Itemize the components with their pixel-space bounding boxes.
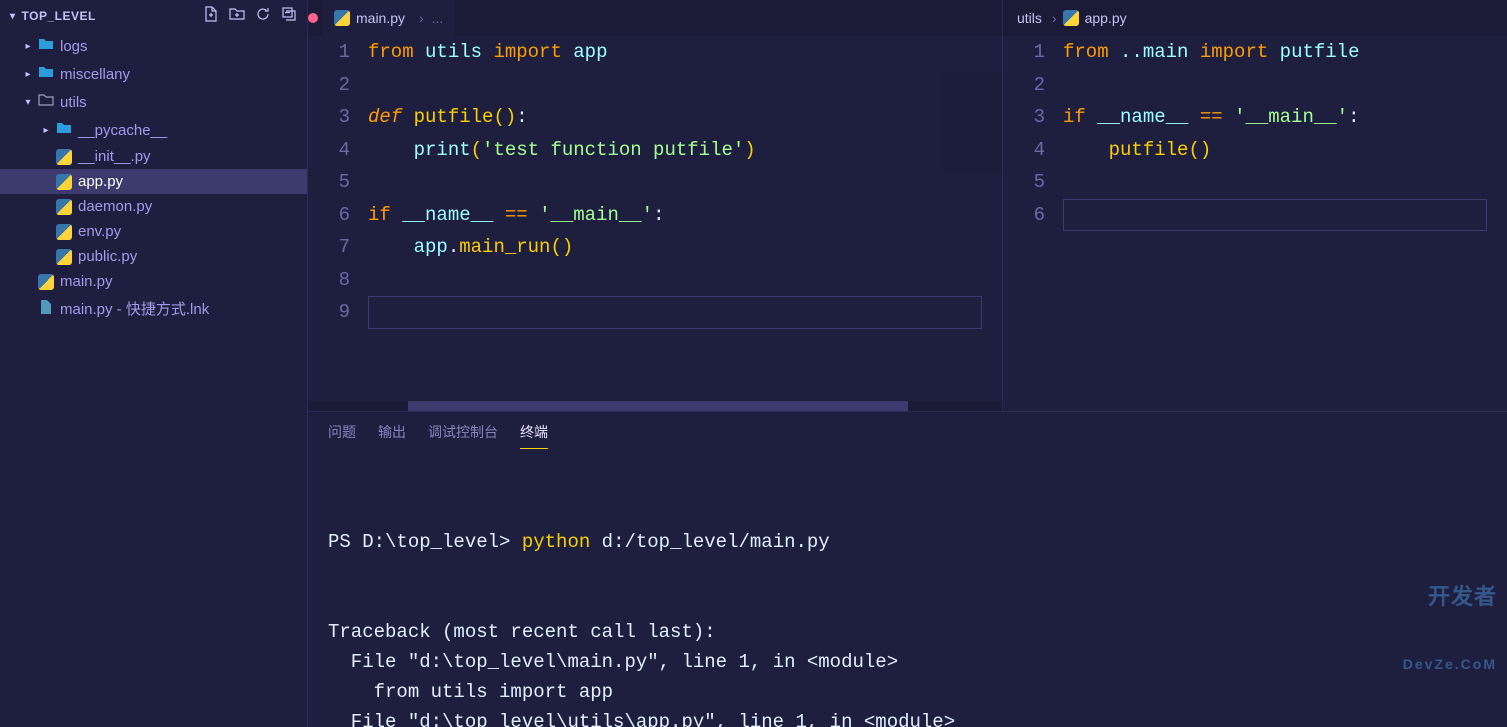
collapse-all-icon[interactable] — [281, 6, 297, 26]
chevron-right-icon: ▸ — [20, 41, 36, 52]
code-area-right[interactable]: 123456 from ..main import putfileif __na… — [1003, 36, 1507, 411]
chevron-right-icon: ▸ — [38, 125, 54, 136]
tree-item-daemon-py[interactable]: ▸daemon.py — [0, 194, 307, 219]
python-icon — [54, 198, 74, 215]
new-folder-icon[interactable] — [229, 6, 245, 26]
code-lines[interactable]: from utils import appdef putfile(): prin… — [368, 36, 1002, 401]
tree-item-env-py[interactable]: ▸env.py — [0, 219, 307, 244]
scrollbar-thumb[interactable] — [408, 401, 908, 411]
tab-label: main.py — [356, 10, 405, 26]
terminal-command: python — [522, 531, 590, 553]
terminal-command-args: d:/top_level/main.py — [590, 531, 829, 553]
panel-tabs: 问题输出调试控制台终端 — [308, 412, 1507, 449]
refresh-icon[interactable] — [255, 6, 271, 26]
tree-item-label: public.py — [78, 248, 137, 265]
dirty-indicator-icon — [308, 13, 318, 23]
tree-item-label: miscellany — [60, 66, 130, 83]
bottom-panel: 问题输出调试控制台终端 PS D:\top_level> python d:/t… — [308, 411, 1507, 727]
tree-item-label: app.py — [78, 173, 123, 190]
tree-item-label: daemon.py — [78, 198, 152, 215]
tree-item-label: __init__.py — [78, 148, 151, 165]
tree-item-label: utils — [60, 94, 87, 111]
tab-bar-right: utils › app.py — [1003, 0, 1507, 36]
tree-item-label: __pycache__ — [78, 122, 167, 139]
tree-item-__init__-py[interactable]: ▸__init__.py — [0, 144, 307, 169]
editor-pane-left: main.py › ... 123456789 from utils impor… — [308, 0, 1003, 411]
horizontal-scrollbar[interactable] — [308, 401, 1002, 411]
explorer-header[interactable]: ▾ TOP_LEVEL — [0, 0, 307, 32]
panel-tab-problems[interactable]: 问题 — [328, 422, 356, 449]
tree-item-public-py[interactable]: ▸public.py — [0, 244, 307, 269]
panel-tab-output[interactable]: 输出 — [378, 422, 406, 449]
python-icon — [54, 173, 74, 190]
tree-item-main-py-lnk[interactable]: ▸main.py - 快捷方式.lnk — [0, 294, 307, 323]
folder-open-icon — [36, 92, 56, 112]
python-icon — [54, 223, 74, 240]
python-icon — [54, 248, 74, 265]
python-icon — [334, 10, 350, 26]
tree-item-utils[interactable]: ▾ utils — [0, 88, 307, 116]
main-area: main.py › ... 123456789 from utils impor… — [308, 0, 1507, 727]
tree-item-label: main.py - 快捷方式.lnk — [60, 298, 209, 319]
chevron-down-icon: ▾ — [10, 11, 16, 22]
file-tree: ▸ logs ▸ miscellany ▾ utils ▸ __pycache__ ▸__ini… — [0, 32, 307, 323]
file-link-icon — [36, 299, 56, 319]
terminal-output: Traceback (most recent call last): File … — [328, 617, 1487, 727]
explorer-sidebar: ▾ TOP_LEVEL ▸ logs ▸ miscellany ▾ utils ▸ __pyc… — [0, 0, 308, 727]
tree-item-app-py[interactable]: ▸app.py — [0, 169, 307, 194]
gutter: 123456 — [1003, 36, 1063, 411]
code-area-left[interactable]: 123456789 from utils import appdef putfi… — [308, 36, 1002, 401]
chevron-down-icon: ▾ — [20, 97, 36, 108]
folder-icon — [36, 64, 56, 84]
explorer-actions — [203, 6, 297, 26]
chevron-right-icon: › — [419, 10, 424, 26]
python-icon — [1063, 10, 1079, 26]
panel-tab-debug-console[interactable]: 调试控制台 — [428, 422, 498, 449]
tab-bar-left: main.py › ... — [308, 0, 1002, 36]
editor-pane-right: utils › app.py 123456 from ..main import… — [1003, 0, 1507, 411]
folder-icon — [54, 120, 74, 140]
tab-main-py[interactable]: main.py › ... — [322, 0, 455, 36]
tree-item-main-py[interactable]: ▸main.py — [0, 269, 307, 294]
folder-icon — [36, 36, 56, 56]
minimap[interactable] — [942, 72, 1002, 172]
new-file-icon[interactable] — [203, 6, 219, 26]
tree-item-label: logs — [60, 38, 88, 55]
project-title: TOP_LEVEL — [22, 9, 96, 23]
breadcrumb-part[interactable]: app.py — [1085, 10, 1127, 26]
python-icon — [54, 148, 74, 165]
chevron-right-icon: › — [1048, 10, 1057, 26]
editors-split: main.py › ... 123456789 from utils impor… — [308, 0, 1507, 411]
terminal-prompt: PS D:\top_level> — [328, 531, 522, 553]
terminal[interactable]: PS D:\top_level> python d:/top_level/mai… — [308, 449, 1507, 727]
tree-item-logs[interactable]: ▸ logs — [0, 32, 307, 60]
tree-item-miscellany[interactable]: ▸ miscellany — [0, 60, 307, 88]
python-icon — [36, 273, 56, 290]
gutter: 123456789 — [308, 36, 368, 401]
breadcrumb-right[interactable]: utils › app.py — [1003, 0, 1139, 36]
breadcrumb-part[interactable]: utils — [1017, 10, 1042, 26]
breadcrumb[interactable]: › ... — [411, 10, 443, 26]
tree-item-label: main.py — [60, 273, 113, 290]
chevron-right-icon: ▸ — [20, 69, 36, 80]
tree-item-__pycache__[interactable]: ▸ __pycache__ — [0, 116, 307, 144]
panel-tab-terminal[interactable]: 终端 — [520, 422, 548, 449]
code-lines[interactable]: from ..main import putfileif __name__ ==… — [1063, 36, 1507, 411]
tree-item-label: env.py — [78, 223, 121, 240]
